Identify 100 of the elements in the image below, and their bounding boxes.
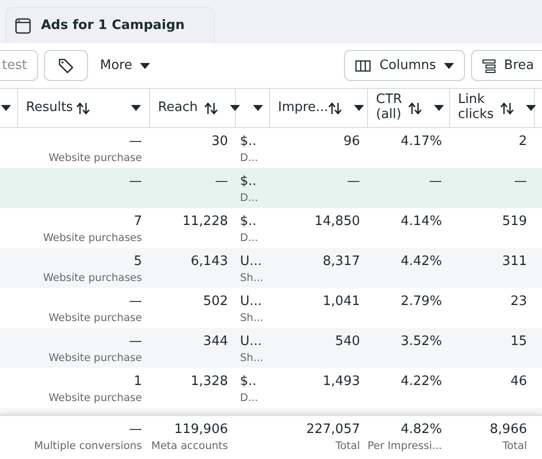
- sort-icon: [204, 102, 218, 114]
- tag-button[interactable]: [44, 50, 88, 81]
- cell-text: U...: [240, 334, 262, 349]
- caret-icon: [526, 105, 536, 111]
- cell-note: Multiple conversions: [34, 440, 142, 452]
- cell-value: 4.14%: [400, 214, 442, 229]
- cell-value: 344: [203, 334, 228, 349]
- cell-note: Website purchase: [48, 392, 142, 404]
- cell-value: —: [129, 134, 142, 149]
- cell-value: 30: [211, 134, 228, 149]
- cell-value: —: [347, 174, 360, 189]
- cell-value: 15: [510, 334, 527, 349]
- column-header[interactable]: CTR (all): [368, 89, 450, 127]
- cell-value: 519: [502, 214, 527, 229]
- cell-value: 1: [134, 374, 142, 389]
- sort-icon: [500, 102, 514, 114]
- cell-value: 227,057: [306, 422, 360, 437]
- cell-value: 1,493: [322, 374, 360, 389]
- table-row[interactable]: 1 Website purchase 1,328 $.. D... 1,493 4.22% 46: [0, 368, 542, 408]
- table-row[interactable]: 5 Website purchases 6,143 U... Sh... 8,317 4.42% 311: [0, 248, 542, 288]
- cell-note: Website purchase: [48, 152, 142, 164]
- cell-value: —: [514, 174, 527, 189]
- cell-note: D...: [240, 192, 258, 204]
- cell-value: 7: [134, 214, 142, 229]
- cell-value: 4.22%: [400, 374, 442, 389]
- cell-value: 23: [510, 294, 527, 309]
- columns-button[interactable]: Columns: [344, 50, 466, 81]
- cell-value: 3.52%: [400, 334, 442, 349]
- column-header[interactable]: Reach: [150, 89, 236, 127]
- sort-icon: [408, 102, 422, 114]
- cell-value: 2: [518, 134, 527, 149]
- cell-value: 1,041: [322, 294, 360, 309]
- cell-text: $..: [240, 134, 257, 149]
- sort-icon: [328, 102, 342, 114]
- cell-note: Website purchase: [48, 352, 142, 364]
- cell-value: 5: [134, 254, 142, 269]
- cell-value: 6,143: [190, 254, 228, 269]
- table-row[interactable]: — Website purchase 30 $.. D... 96 4.17% 2: [0, 128, 542, 168]
- column-header[interactable]: Link clicks: [450, 89, 535, 127]
- cell-value: 4.82%: [400, 422, 442, 437]
- column-header[interactable]: Results: [18, 89, 150, 127]
- cell-value: 4.17%: [400, 134, 442, 149]
- columns-icon: [355, 60, 372, 72]
- cell-note: Sh...: [240, 312, 264, 324]
- breakdown-button[interactable]: Brea: [471, 50, 542, 81]
- cell-value: 540: [335, 334, 360, 349]
- cell-value: —: [129, 294, 142, 309]
- caret-icon: [1, 105, 11, 111]
- cell-value: —: [129, 422, 142, 437]
- cell-value: —: [129, 334, 142, 349]
- column-menu[interactable]: [0, 89, 18, 127]
- cell-text: $..: [240, 374, 257, 389]
- cell-value: —: [429, 174, 442, 189]
- cell-value: 1,328: [190, 374, 228, 389]
- cell-value: 4.42%: [400, 254, 442, 269]
- caret-icon: [230, 105, 240, 111]
- cell-value: 502: [203, 294, 228, 309]
- cell-value: —: [129, 174, 142, 189]
- column-header[interactable]: Impre...: [270, 89, 368, 127]
- cell-value: 2.79%: [400, 294, 442, 309]
- sort-icon: [76, 102, 90, 114]
- caret-icon: [253, 105, 263, 111]
- cell-note: D...: [240, 152, 258, 164]
- cell-note: Total: [335, 440, 360, 452]
- caret-icon: [444, 62, 454, 68]
- window-icon: [15, 18, 31, 34]
- cell-note: Meta accounts: [151, 440, 228, 452]
- cell-value: —: [215, 174, 228, 189]
- cell-value: 96: [343, 134, 360, 149]
- table-row[interactable]: — Website purchase 344 U... Sh... 540 3.52% 15: [0, 328, 542, 368]
- table-row[interactable]: — Website purchase 502 U... Sh... 1,041 2.79% 23: [0, 288, 542, 328]
- caret-icon: [354, 105, 364, 111]
- tag-icon: [58, 58, 74, 74]
- cell-text: $..: [240, 174, 257, 189]
- cell-note: Total: [502, 440, 527, 452]
- cell-value: 8,966: [490, 422, 527, 437]
- cell-value: 8,317: [322, 254, 360, 269]
- cell-note: Sh...: [240, 272, 264, 284]
- cell-note: D...: [240, 392, 258, 404]
- cell-note: D...: [240, 232, 258, 244]
- caret-icon: [131, 105, 141, 111]
- cell-text: $..: [240, 214, 257, 229]
- cell-note: Website purchase: [48, 312, 142, 324]
- cell-note: Per Impressi...: [368, 440, 442, 452]
- breakdown-icon: [482, 58, 496, 72]
- cell-value: 14,850: [314, 214, 360, 229]
- cell-note: Website purchases: [43, 232, 142, 244]
- table-row[interactable]: 7 Website purchases 11,228 $.. D... 14,850 4.14% 519: [0, 208, 542, 248]
- cell-note: Website purchases: [43, 272, 142, 284]
- cell-value: 311: [502, 254, 527, 269]
- table-row[interactable]: — — $.. D... — — —: [0, 168, 542, 208]
- cell-value: 46: [510, 374, 527, 389]
- cell-value: 119,906: [174, 422, 228, 437]
- cell-value: 11,228: [182, 214, 228, 229]
- search-field[interactable]: test: [0, 50, 38, 81]
- tab[interactable]: Ads for 1 Campaign: [5, 7, 215, 43]
- cell-text: U...: [240, 254, 262, 269]
- caret-icon: [434, 105, 444, 111]
- caret-icon: [140, 62, 150, 68]
- cell-text: U...: [240, 294, 262, 309]
